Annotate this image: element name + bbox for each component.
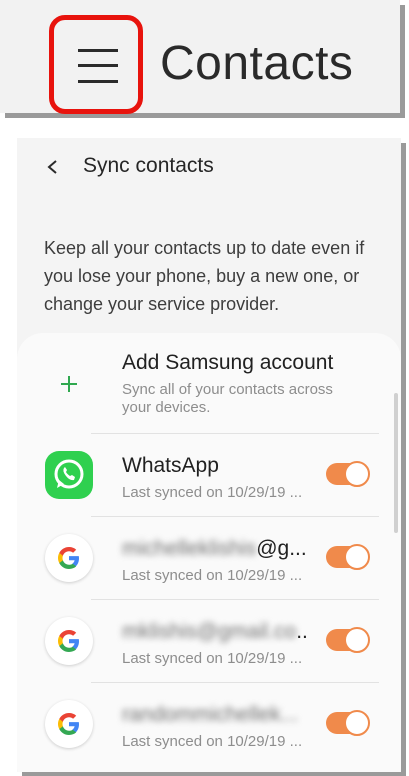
add-account-title: Add Samsung account (122, 351, 334, 374)
sync-toggle[interactable] (326, 627, 370, 653)
sync-toggle[interactable] (326, 461, 370, 487)
chevron-left-icon[interactable] (46, 160, 60, 174)
menu-highlight-box (49, 15, 143, 114)
add-account-subtitle-2: your devices. (122, 399, 211, 416)
sync-header: Sync contacts (17, 138, 401, 198)
add-samsung-account-row[interactable]: Add Samsung account Sync all of your con… (17, 333, 401, 433)
account-subtitle: Last synced on 10/29/19 ... (122, 733, 303, 750)
account-row-whatsapp[interactable]: WhatsApp Last synced on 10/29/19 ... (17, 434, 401, 516)
account-subtitle: Last synced on 10/29/19 ... (122, 484, 303, 501)
accounts-card: Add Samsung account Sync all of your con… (17, 333, 401, 772)
screenshot-page: Contacts Sync contacts Keep all your con… (0, 0, 409, 776)
whatsapp-icon (45, 451, 93, 499)
app-bar: Contacts (0, 0, 400, 114)
account-name: WhatsApp (122, 454, 219, 477)
account-row-google-2[interactable]: mklishis@gmail.co.. Last synced on 10/29… (17, 600, 401, 682)
sync-description: Keep all your contacts up to date even i… (44, 238, 365, 314)
account-name: randommichellek... (122, 703, 299, 726)
sync-toggle[interactable] (326, 710, 370, 736)
google-icon (45, 534, 93, 582)
account-name: michelleklishis@g... (122, 537, 307, 560)
account-subtitle: Last synced on 10/29/19 ... (122, 567, 303, 584)
google-icon (45, 617, 93, 665)
scrollbar[interactable] (394, 393, 398, 533)
page-title: Contacts (160, 37, 354, 90)
account-name: mklishis@gmail.co.. (122, 620, 308, 643)
google-icon (45, 700, 93, 748)
plus-icon (61, 376, 77, 392)
account-row-google-1[interactable]: michelleklishis@g... Last synced on 10/2… (17, 517, 401, 599)
sync-contacts-panel: Sync contacts Keep all your contacts up … (17, 138, 401, 772)
sync-toggle[interactable] (326, 544, 370, 570)
add-account-subtitle-1: Sync all of your contacts across (122, 381, 333, 398)
sync-title: Sync contacts (83, 154, 214, 177)
account-row-google-3[interactable]: randommichellek... Last synced on 10/29/… (17, 683, 401, 765)
account-subtitle: Last synced on 10/29/19 ... (122, 650, 303, 667)
